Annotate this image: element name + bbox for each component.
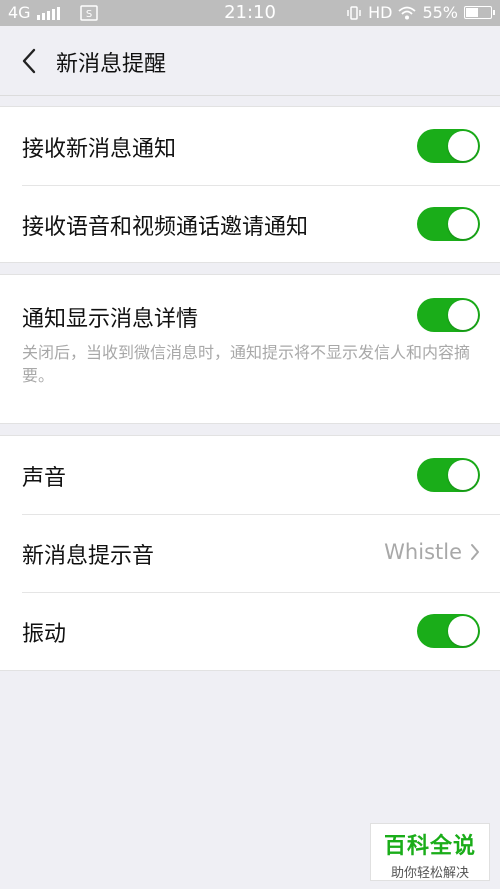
row-call-invitations: 接收语音和视频通话邀请通知 [0, 185, 500, 263]
wifi-icon [398, 6, 417, 19]
row-vibrate: 振动 [0, 592, 500, 670]
row-label: 接收新消息通知 [22, 137, 177, 162]
notification-group: 接收新消息通知 接收语音和视频通话邀请通知 [0, 106, 500, 263]
watermark-title: 百科全说 [383, 834, 476, 859]
row-label: 接收语音和视频通话邀请通知 [22, 215, 309, 240]
status-bar: 4G S 21:10 HD 55% [0, 0, 500, 26]
details-group: 通知显示消息详情 关闭后，当收到微信消息时，通知提示将不显示发信人和内容摘要。 [0, 274, 500, 424]
vibrate-toggle[interactable] [417, 614, 480, 648]
row-show-details: 通知显示消息详情 关闭后，当收到微信消息时，通知提示将不显示发信人和内容摘要。 [0, 275, 500, 423]
battery-icon [464, 6, 495, 19]
chevron-right-icon [471, 544, 479, 560]
nav-bar: 新消息提醒 [0, 26, 500, 96]
row-label: 声音 [22, 466, 67, 491]
row-label: 振动 [22, 622, 67, 647]
receive-notifications-toggle[interactable] [417, 129, 480, 163]
show-details-toggle[interactable] [417, 298, 480, 332]
toggle-knob [448, 209, 478, 239]
toggle-knob [448, 460, 478, 490]
battery-fill [466, 8, 478, 17]
row-notification-tone[interactable]: 新消息提示音 Whistle [0, 514, 500, 592]
watermark-subtitle: 助你轻松解决 [390, 866, 469, 881]
row-sound: 声音 [0, 436, 500, 514]
toggle-knob [448, 616, 478, 646]
chevron-left-icon [22, 48, 36, 74]
tone-value[interactable]: Whistle [384, 540, 480, 564]
details-description: 关闭后，当收到微信消息时，通知提示将不显示发信人和内容摘要。 [22, 343, 471, 385]
call-invitations-toggle[interactable] [417, 207, 480, 241]
row-receive-notifications: 接收新消息通知 [0, 107, 500, 185]
back-button[interactable] [12, 44, 46, 78]
toggle-knob [448, 300, 478, 330]
row-label: 新消息提示音 [22, 544, 155, 569]
sound-toggle[interactable] [417, 458, 480, 492]
row-label: 通知显示消息详情 [22, 307, 199, 332]
battery-percent: 55% [422, 3, 458, 22]
tone-value-text: Whistle [384, 540, 462, 564]
toggle-knob [448, 131, 478, 161]
hd-label: HD [368, 3, 393, 22]
page-title: 新消息提醒 [56, 52, 167, 77]
vibrate-mode-icon [347, 5, 361, 20]
sound-group: 声音 新消息提示音 Whistle 振动 [0, 435, 500, 671]
watermark-logo: 百科全说 助你轻松解决 [370, 823, 490, 881]
status-right: HD 55% [346, 3, 495, 22]
